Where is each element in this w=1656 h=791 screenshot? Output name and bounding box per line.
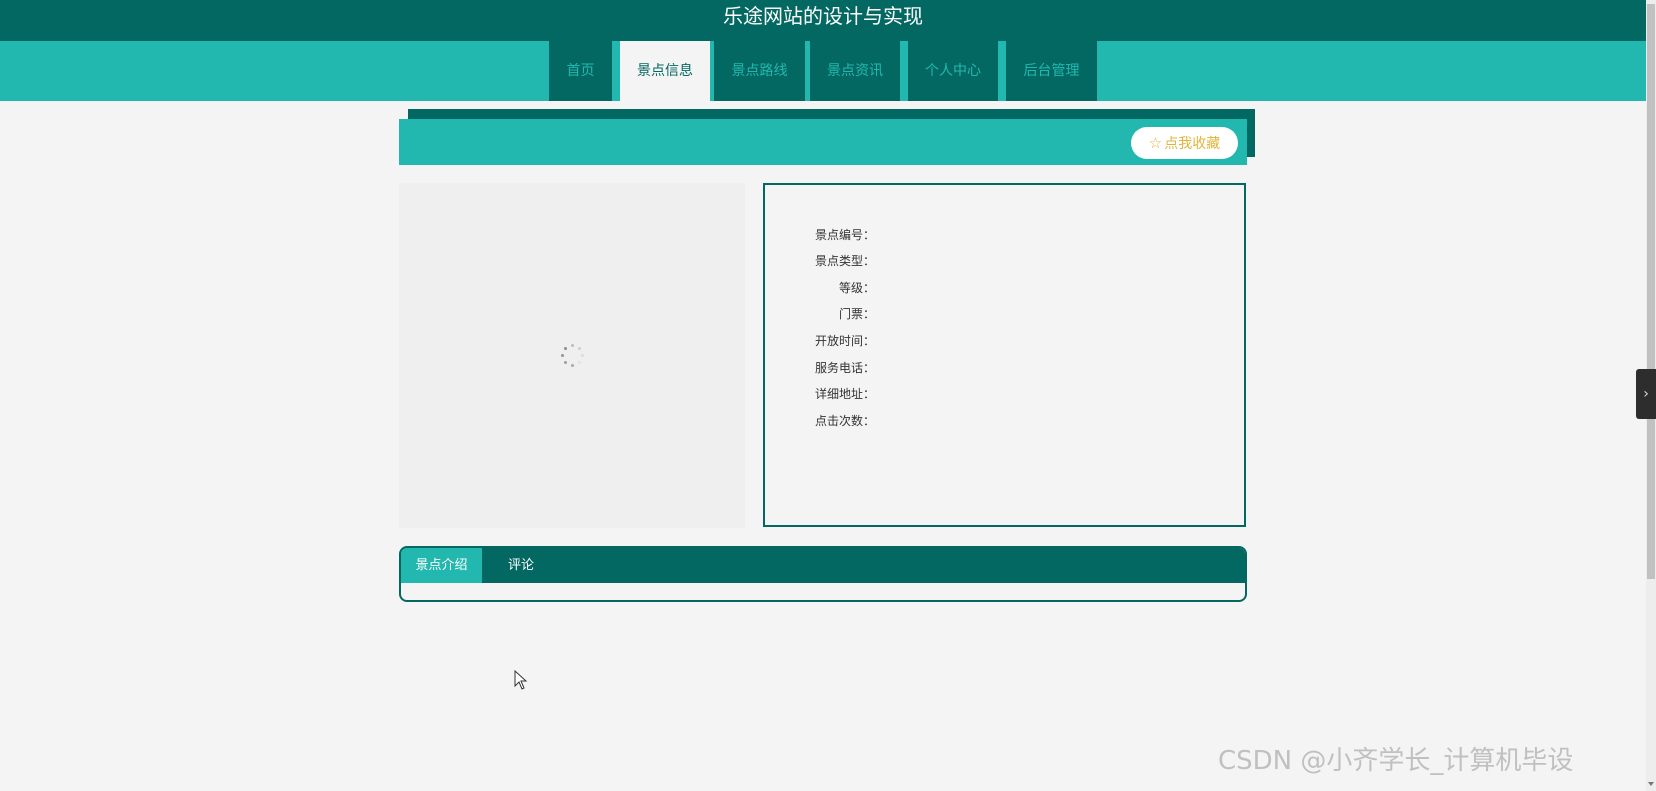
- chevron-right-icon: ›: [1643, 386, 1649, 402]
- scenic-details-panel: 景点编号： 景点类型： 等级： 门票： 开放时间： 服务电话： 详细地址： 点击…: [763, 183, 1246, 527]
- mouse-cursor-icon: [514, 670, 528, 690]
- nav-item-scenic-routes[interactable]: 景点路线: [714, 41, 805, 101]
- field-address: 详细地址：: [814, 387, 875, 401]
- nav-item-admin[interactable]: 后台管理: [1006, 41, 1097, 101]
- scenic-image-placeholder: [399, 183, 745, 528]
- nav-item-scenic-news[interactable]: 景点资讯: [810, 41, 900, 101]
- nav-item-home[interactable]: 首页: [549, 41, 612, 101]
- tabs-header: 景点介绍 评论: [401, 548, 1245, 583]
- detail-tabs: 景点介绍 评论: [399, 546, 1247, 602]
- field-level: 等级：: [838, 281, 875, 295]
- field-open-hours: 开放时间：: [814, 334, 875, 348]
- site-header: 乐途网站的设计与实现: [0, 0, 1646, 41]
- tab-comments[interactable]: 评论: [489, 548, 553, 583]
- nav-item-personal-center[interactable]: 个人中心: [908, 41, 998, 101]
- tab-scenic-intro[interactable]: 景点介绍: [401, 548, 482, 583]
- main-nav: 首页 景点信息 景点路线 景点资讯 个人中心 后台管理: [0, 41, 1646, 101]
- field-ticket: 门票：: [838, 307, 875, 321]
- side-panel-toggle[interactable]: ›: [1636, 369, 1656, 419]
- field-service-phone: 服务电话：: [814, 361, 875, 375]
- nav-item-scenic-info[interactable]: 景点信息: [620, 41, 710, 101]
- scroll-down-arrow-icon[interactable]: [1648, 782, 1654, 786]
- site-title: 乐途网站的设计与实现: [723, 4, 923, 28]
- field-click-count: 点击次数：: [814, 414, 875, 428]
- field-scenic-type: 景点类型：: [814, 254, 875, 268]
- watermark-text: CSDN @小齐学长_计算机毕设: [1218, 746, 1574, 776]
- detail-banner: [399, 119, 1247, 165]
- star-outline-icon: ☆: [1148, 134, 1163, 152]
- field-scenic-id: 景点编号：: [814, 228, 875, 242]
- favorite-button[interactable]: ☆ 点我收藏: [1131, 127, 1238, 159]
- loading-spinner-icon: [559, 343, 585, 369]
- favorite-label: 点我收藏: [1164, 136, 1221, 152]
- scrollbar-thumb[interactable]: [1647, 4, 1655, 579]
